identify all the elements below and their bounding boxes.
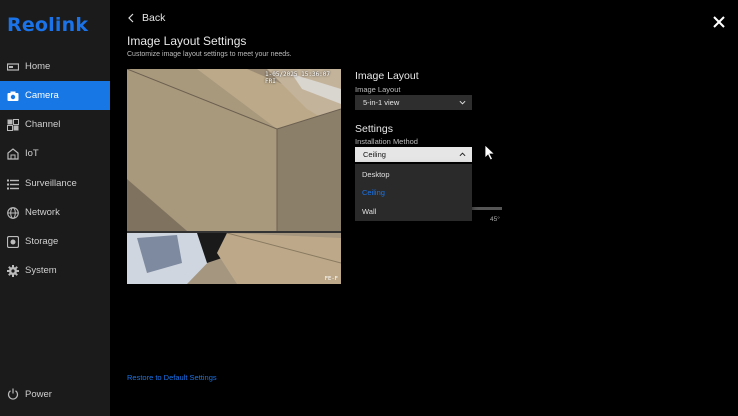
sidebar-item-camera[interactable]: Camera — [0, 81, 110, 110]
list-icon — [6, 177, 20, 191]
installation-method-select[interactable]: Ceiling — [355, 147, 472, 162]
installation-method-dropdown: Desktop Ceiling Wall — [355, 164, 472, 221]
sidebar-item-label: IoT — [25, 148, 39, 159]
image-layout-section-title: Image Layout — [355, 70, 419, 82]
sidebar-item-label: Camera — [25, 90, 59, 101]
sidebar-item-surveillance[interactable]: Surveillance — [0, 169, 110, 198]
settings-section-title: Settings — [355, 123, 393, 135]
close-icon[interactable] — [711, 14, 727, 30]
sidebar-item-label: Network — [25, 207, 60, 218]
dropdown-option-desktop[interactable]: Desktop — [355, 165, 472, 184]
angle-slider[interactable] — [472, 207, 502, 210]
installation-method-label: Installation Method — [355, 137, 418, 146]
chevron-up-icon — [459, 152, 466, 157]
preview-timestamp: 1-05/2025 15:36:07 FRI — [265, 71, 331, 85]
installation-method-value: Ceiling — [363, 150, 386, 159]
preview-sub-view — [127, 233, 341, 284]
iot-icon — [6, 147, 20, 161]
chevron-left-icon — [128, 13, 134, 23]
page-subtitle: Customize image layout settings to meet … — [127, 51, 292, 58]
sidebar-item-label: Surveillance — [25, 178, 77, 189]
sidebar-item-network[interactable]: Network — [0, 198, 110, 227]
image-layout-select[interactable]: 5-in-1 view — [355, 95, 472, 110]
image-layout-field-label: Image Layout — [355, 85, 401, 94]
preview-main-view — [127, 69, 341, 231]
power-icon — [6, 387, 20, 401]
mouse-cursor-icon — [484, 144, 496, 161]
page-title: Image Layout Settings — [127, 34, 247, 48]
restore-defaults-link[interactable]: Restore to Default Settings — [127, 373, 217, 382]
dropdown-option-ceiling[interactable]: Ceiling — [355, 183, 472, 202]
grid-icon — [6, 118, 20, 132]
dropdown-option-wall[interactable]: Wall — [355, 202, 472, 221]
sidebar-item-storage[interactable]: Storage — [0, 227, 110, 256]
power-label: Power — [25, 388, 52, 400]
back-button[interactable]: Back — [127, 12, 165, 24]
preview-camera-label: FE-F — [324, 276, 338, 282]
image-layout-value: 5-in-1 view — [363, 98, 400, 107]
sidebar-item-label: Channel — [25, 119, 61, 130]
sidebar-item-home[interactable]: Home — [0, 52, 110, 81]
reolink-logo: Reolink — [7, 14, 89, 36]
sidebar-item-channel[interactable]: Channel — [0, 110, 110, 139]
globe-icon — [6, 206, 20, 220]
gear-icon — [6, 264, 20, 278]
sidebar-item-label: Storage — [25, 236, 59, 247]
chevron-down-icon — [459, 100, 466, 105]
sidebar-item-iot[interactable]: IoT — [0, 139, 110, 168]
slider-max-label: 45° — [490, 216, 500, 223]
back-label: Back — [142, 12, 166, 24]
camera-icon — [6, 89, 20, 103]
power-button[interactable]: Power — [0, 384, 110, 404]
storage-icon — [6, 235, 20, 249]
sidebar-item-label: Home — [25, 61, 51, 72]
sidebar-item-label: System — [25, 265, 57, 276]
sidebar: Reolink Home Camera Channel IoT Surveill… — [0, 0, 110, 416]
home-icon — [6, 60, 20, 74]
sidebar-item-system[interactable]: System — [0, 256, 110, 285]
camera-preview: 1-05/2025 15:36:07 FRI FE-F — [127, 69, 341, 284]
